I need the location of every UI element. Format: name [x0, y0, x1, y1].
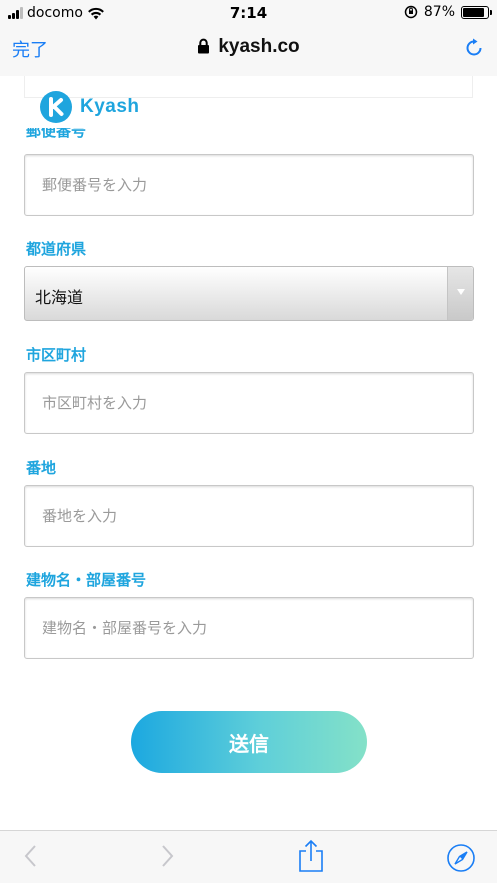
- status-bar: docomo 7:14 87%: [0, 0, 497, 26]
- share-icon[interactable]: [297, 839, 325, 873]
- kyash-logo[interactable]: Kyash: [40, 91, 140, 123]
- building-input[interactable]: [25, 598, 473, 658]
- compass-icon[interactable]: [446, 843, 476, 873]
- forward-icon[interactable]: [156, 841, 178, 871]
- city-label: 市区町村: [26, 346, 87, 364]
- prefecture-label: 都道府県: [26, 240, 87, 258]
- browser-toolbar: [0, 830, 497, 883]
- back-icon[interactable]: [20, 841, 42, 871]
- postal-input[interactable]: [25, 155, 473, 215]
- address-field[interactable]: [24, 485, 474, 547]
- city-input[interactable]: [25, 373, 473, 433]
- url-text: kyash.co: [218, 36, 300, 57]
- prefecture-select[interactable]: 北海道: [24, 266, 474, 321]
- status-right: 87%: [404, 4, 492, 20]
- reload-icon[interactable]: [463, 37, 485, 59]
- battery-percent: 87%: [423, 4, 455, 20]
- select-arrow: [447, 267, 473, 320]
- kyash-logo-text: Kyash: [80, 96, 140, 117]
- battery-icon: [461, 5, 492, 19]
- prefecture-selected-value: 北海道: [35, 288, 84, 307]
- address-input[interactable]: [25, 486, 473, 546]
- building-field[interactable]: [24, 597, 474, 659]
- postal-field[interactable]: [24, 154, 474, 216]
- submit-button[interactable]: 送信: [131, 711, 367, 773]
- url-display[interactable]: kyash.co: [0, 36, 497, 58]
- orientation-lock-icon: [404, 5, 418, 19]
- lock-icon: [198, 38, 210, 54]
- chevron-down-icon: [457, 289, 465, 295]
- building-label: 建物名・部屋番号: [26, 571, 147, 589]
- city-field[interactable]: [24, 372, 474, 434]
- browser-bar: 完了 kyash.co: [0, 26, 497, 76]
- postal-label: 郵便番号: [26, 128, 87, 140]
- address-label: 番地: [26, 459, 57, 477]
- kyash-logo-icon: [40, 91, 72, 123]
